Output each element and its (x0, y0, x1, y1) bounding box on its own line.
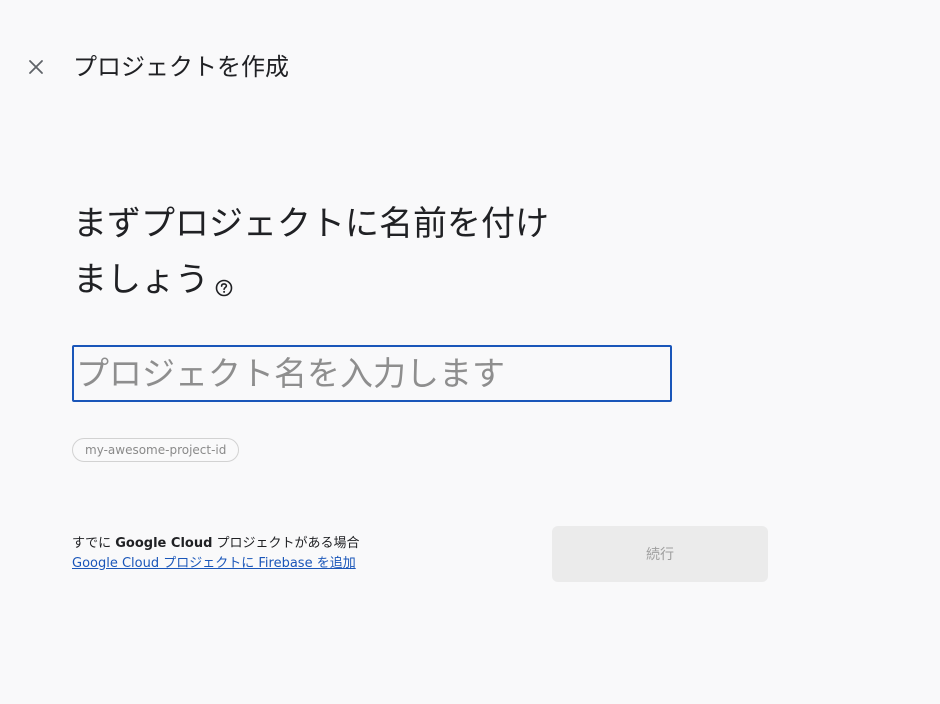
step-heading-text: まずプロジェクトに名前を付けましょう (73, 204, 549, 300)
page-title: プロジェクトを作成 (73, 53, 289, 81)
gcp-prefix: すでに (72, 536, 116, 551)
create-project-page: プロジェクトを作成 まずプロジェクトに名前を付けましょう my-awesome-… (0, 0, 940, 704)
existing-gcp-note: すでに Google Cloud プロジェクトがある場合 Google Clou… (72, 534, 360, 574)
help-circle-icon (215, 279, 233, 297)
step-heading: まずプロジェクトに名前を付けましょう (73, 196, 553, 314)
gcp-bold: Google Cloud (115, 536, 213, 551)
help-button[interactable] (215, 258, 233, 314)
existing-gcp-text: すでに Google Cloud プロジェクトがある場合 (72, 534, 360, 554)
project-name-field[interactable] (72, 345, 672, 402)
project-name-input[interactable] (74, 347, 670, 400)
close-icon (29, 60, 43, 74)
continue-button[interactable]: 続行 (552, 526, 768, 582)
close-button[interactable] (20, 51, 52, 83)
gcp-suffix: プロジェクトがある場合 (212, 536, 360, 551)
add-firebase-to-gcp-link[interactable]: Google Cloud プロジェクトに Firebase を追加 (72, 554, 360, 574)
project-id-chip[interactable]: my-awesome-project-id (72, 438, 240, 462)
